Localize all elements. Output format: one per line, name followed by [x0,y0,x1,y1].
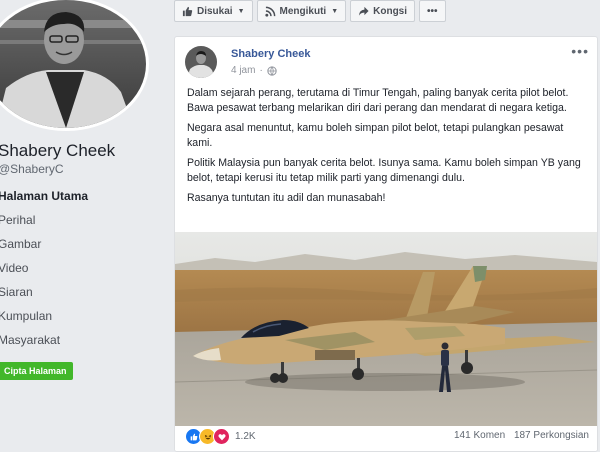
nav-item-home[interactable]: Halaman Utama [0,184,158,208]
following-label: Mengikuti [279,5,327,17]
chevron-down-icon: ▼ [331,7,339,15]
post-stats: 141 Komen 187 Perkongsian [448,430,589,441]
post-paragraph: Rasanya tuntutan itu adil dan munasabah! [187,192,386,204]
following-button[interactable]: Mengikuti ▼ [256,0,347,22]
page-action-bar: Disukai ▼ Mengikuti ▼ Kongsi ••• [174,0,450,22]
love-reaction-icon [213,428,230,445]
author-avatar-image [185,46,217,78]
post-options-button[interactable]: ••• [571,43,589,59]
reaction-summary[interactable]: 1.2K [185,428,256,445]
globe-icon [267,65,277,76]
post-photo[interactable] [175,232,597,432]
fighter-jet-photo [175,232,597,432]
comment-count-link[interactable]: 141 Komen [454,430,505,441]
post-body: Dalam sejarah perang, terutama di Timur … [187,86,589,212]
page-sidebar: Shabery Cheek @ShaberyC Halaman Utama Pe… [0,0,165,450]
create-page-button[interactable]: Cipta Halaman [0,362,73,380]
post-paragraph: Negara asal menuntut, kamu boleh simpan … [187,122,564,149]
post-meta: 4 jam · [231,65,277,76]
nav-item-about[interactable]: Perihal [0,208,158,232]
post-timestamp[interactable]: 4 jam [231,65,255,76]
post-author-name[interactable]: Shabery Cheek [231,48,310,60]
liked-label: Disukai [197,5,233,17]
author-avatar[interactable] [185,46,217,78]
share-count-link[interactable]: 187 Perkongsian [514,430,589,441]
nav-item-posts[interactable]: Siaran [0,280,158,304]
more-options-button[interactable]: ••• [419,0,446,22]
nav-item-videos[interactable]: Video [0,256,158,280]
reaction-count: 1.2K [235,431,256,442]
page-name[interactable]: Shabery Cheek [0,141,115,161]
post-paragraph: Dalam sejarah perang, terutama di Timur … [187,87,569,114]
rss-icon [264,6,276,17]
post-footer: 1.2K 141 Komen 187 Perkongsian [175,426,597,451]
post-paragraph: Politik Malaysia pun banyak cerita belot… [187,157,581,184]
meta-separator: · [259,65,263,76]
liked-button[interactable]: Disukai ▼ [174,0,253,22]
profile-photo[interactable] [0,0,146,128]
nav-item-groups[interactable]: Kumpulan [0,304,158,328]
page-nav: Halaman Utama Perihal Gambar Video Siara… [0,184,158,352]
share-button[interactable]: Kongsi [350,0,416,22]
chevron-down-icon: ▼ [237,7,245,15]
share-label: Kongsi [373,5,408,17]
thumbs-up-icon [182,6,193,17]
post-card: Shabery Cheek 4 jam · ••• Dalam sejarah … [174,36,598,452]
nav-item-photos[interactable]: Gambar [0,232,158,256]
profile-photo-image [0,0,146,128]
share-arrow-icon [358,6,369,17]
nav-item-community[interactable]: Masyarakat [0,328,158,352]
page-handle[interactable]: @ShaberyC [0,162,64,176]
more-dots-icon: ••• [427,5,438,17]
